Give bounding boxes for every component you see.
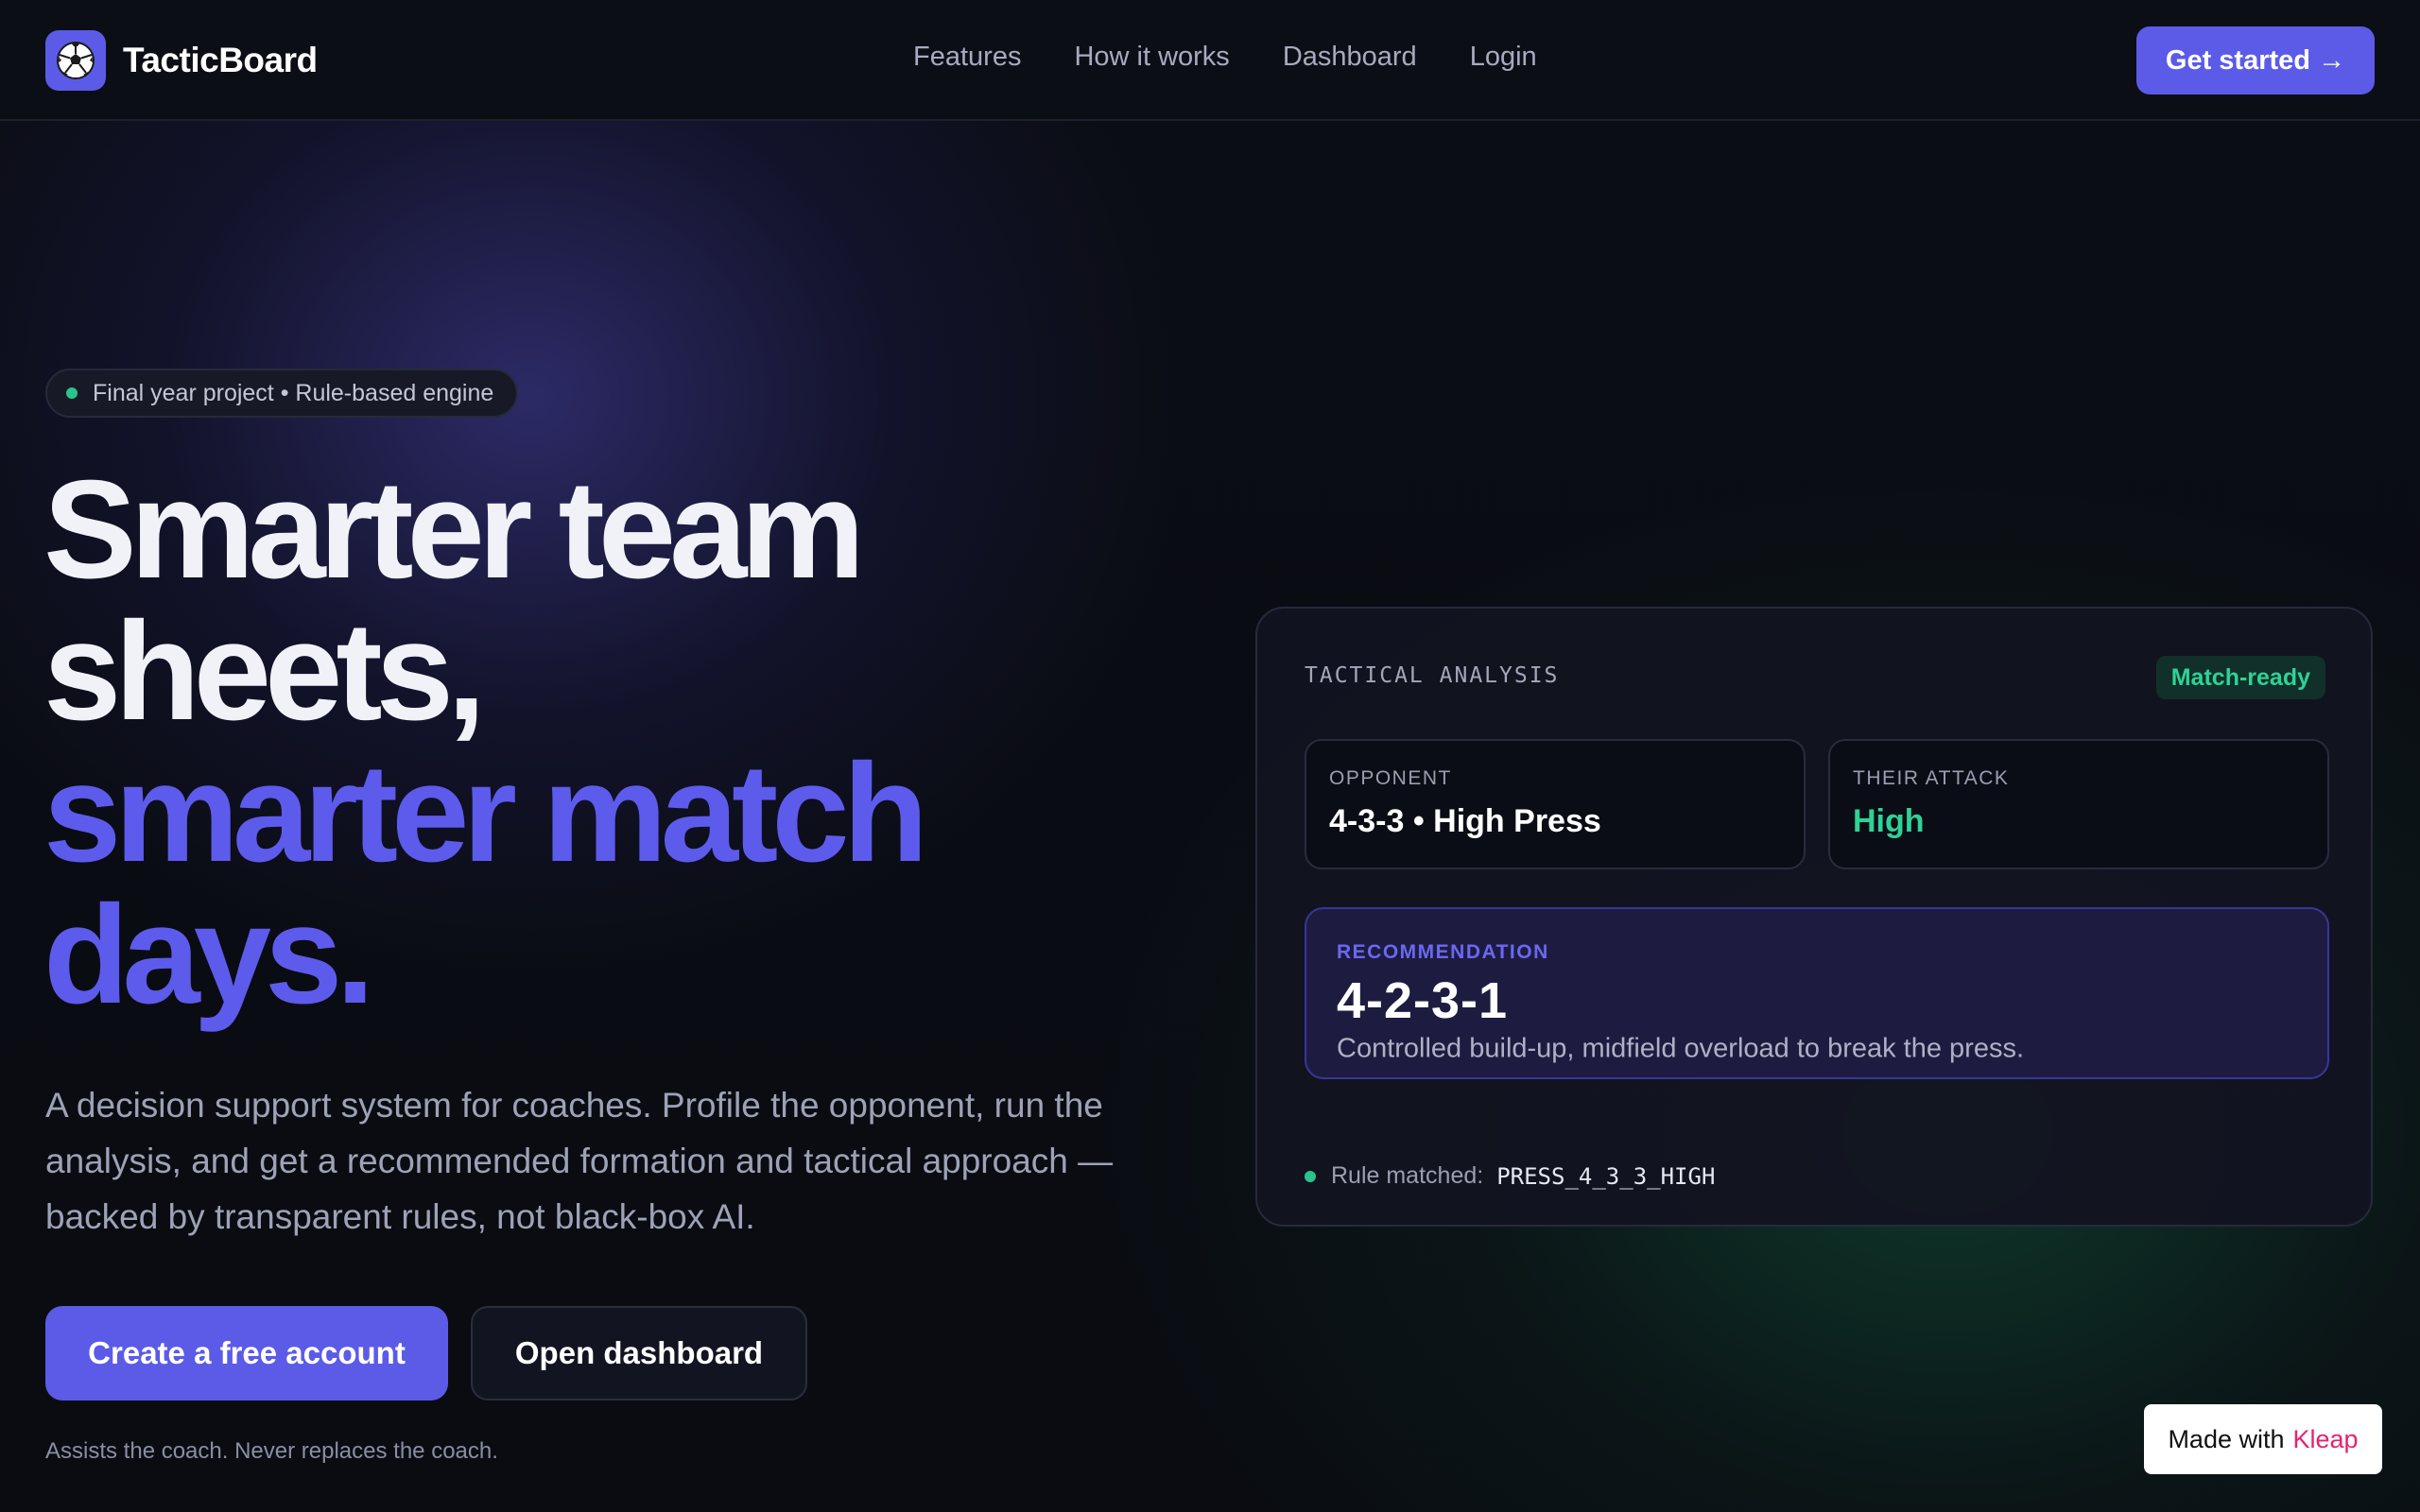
rule-code: PRESS_4_3_3_HIGH [1496,1162,1716,1190]
match-ready-badge: Match-ready [2155,656,2325,699]
create-account-button[interactable]: Create a free account [45,1306,448,1400]
recommendation-label: RECOMMENDATION [1337,941,1549,963]
recommendation-panel: RECOMMENDATION 4-2-3-1 Controlled build-… [1305,907,2329,1079]
get-started-button[interactable]: Get started → [2136,26,2375,94]
open-dashboard-button[interactable]: Open dashboard [471,1306,807,1400]
recommendation-description: Controlled build-up, midfield overload t… [1337,1033,2025,1064]
project-pill: Final year project • Rule-based engine [45,369,519,418]
opponent-label: OPPONENT [1329,767,1452,789]
hero-description: A decision support system for coaches. P… [45,1086,1114,1236]
their-attack-label: THEIR ATTACK [1853,767,2010,789]
rule-label: Rule matched: [1331,1162,1484,1189]
headline-line-2: smarter match days. [43,735,928,1033]
soccer-ball-icon [45,30,106,91]
opponent-value: 4-3-3 • High Press [1329,803,1601,839]
brand-name: TacticBoard [123,41,318,79]
status-dot-icon [66,387,78,399]
their-attack-value: High [1853,803,1925,839]
made-with-text: Made with [2168,1424,2285,1453]
rule-matched-row: Rule matched: PRESS_4_3_3_HIGH [1305,1162,1715,1190]
hero-headline: Smarter team sheets, smarter match days. [43,459,1131,1026]
their-attack-stat: THEIR ATTACK High [1828,739,2329,869]
headline-line-1: Smarter team sheets, [43,452,865,749]
nav-link-login[interactable]: Login [1470,42,1537,73]
hero-note: Assists the coach. Never replaces the co… [45,1438,498,1464]
nav-link-features[interactable]: Features [913,42,1021,73]
tactical-analysis-card: TACTICAL ANALYSIS Match-ready OPPONENT 4… [1255,607,2373,1227]
made-with-kleap-badge[interactable]: Made with Kleap [2144,1404,2382,1474]
brand[interactable]: TacticBoard [45,30,318,91]
nav-link-dashboard[interactable]: Dashboard [1283,42,1417,73]
top-nav: TacticBoard Features How it works Dashbo… [0,0,2420,121]
card-title: TACTICAL ANALYSIS [1305,663,1560,688]
nav-links: Features How it works Dashboard Login [913,42,1537,73]
recommendation-formation: 4-2-3-1 [1337,972,1509,1029]
kleap-link[interactable]: Kleap [2293,1425,2359,1454]
opponent-stat: OPPONENT 4-3-3 • High Press [1305,739,1806,869]
rule-dot-icon [1305,1170,1316,1182]
project-pill-text: Final year project • Rule-based engine [93,379,494,406]
nav-link-how-it-works[interactable]: How it works [1074,42,1229,73]
